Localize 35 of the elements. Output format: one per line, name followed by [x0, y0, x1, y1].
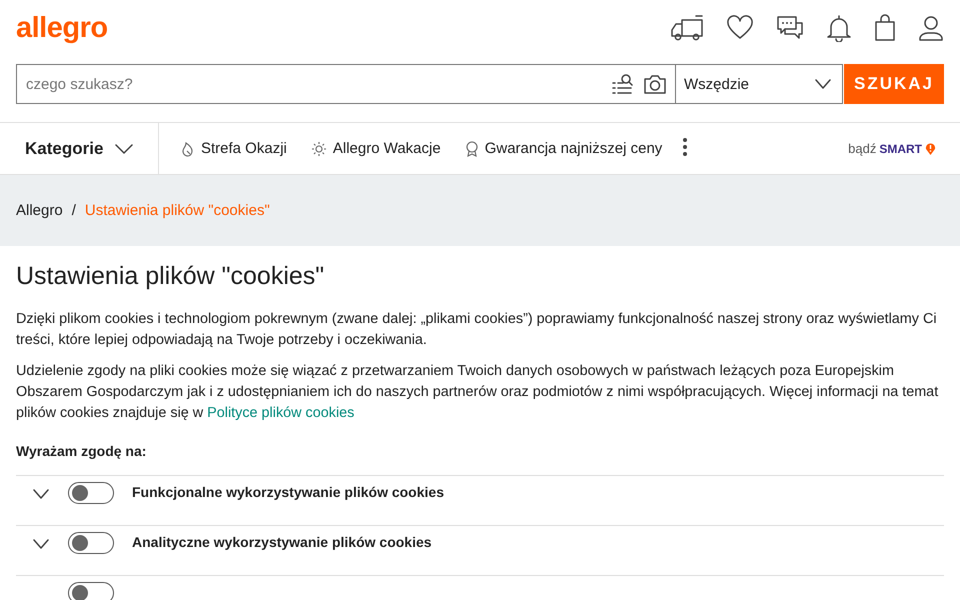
user-icon[interactable] [918, 14, 944, 42]
award-badge-icon [464, 140, 479, 156]
bell-icon[interactable] [826, 14, 852, 42]
nav-link[interactable]: Strefa Okazji [181, 140, 287, 157]
more-options-icon[interactable] [682, 136, 688, 156]
heart-icon[interactable] [726, 15, 754, 41]
exclamation-badge-icon [925, 142, 936, 156]
search-scope-dropdown[interactable]: Wszędzie [675, 64, 843, 104]
breadcrumb-separator: / [72, 202, 76, 219]
chevron-down-icon [32, 538, 50, 550]
visual-search-list-icon[interactable] [611, 73, 633, 95]
option-label: Analityczne wykorzystywanie plików cookies [132, 534, 432, 550]
chevron-down-icon [114, 142, 134, 154]
consent-label: Wyrażam zgodę na: [16, 443, 148, 459]
breadcrumb-link[interactable]: Allegro [16, 202, 63, 219]
page-title: Ustawienia plików "cookies" [16, 262, 326, 291]
nav-link[interactable]: Gwarancja najniższej ceny [464, 140, 662, 157]
truck-icon[interactable] [670, 14, 704, 42]
chevron-down-icon [814, 78, 832, 90]
toggle-switch[interactable] [68, 482, 114, 504]
policy-link[interactable]: Polityce plików cookies [207, 405, 354, 421]
toggle-switch[interactable] [68, 582, 114, 600]
toggle-switch[interactable] [68, 532, 114, 554]
sun-icon [310, 140, 327, 156]
paragraph: Udzielenie zgody na pliki cookies może się wiązać z przetwarzaniem Twoich danych osobowych w państwach leżących poza Europejskim Obszarem Gospodarczym jak i z udostępnianiem ich do naszych partnerów oraz podmiotów z nimi współpracujących. Więcej informacji na temat plików cookies znajduje się w Polityce plików cookies [16, 362, 940, 423]
smart-logo-text[interactable]: SMART [879, 142, 922, 156]
shopping-bag-icon[interactable] [874, 14, 896, 42]
search-field[interactable]: czego szukasz? [16, 64, 675, 104]
option-label: Funkcjonalne wykorzystywanie plików cookies [132, 484, 444, 500]
chevron-down-icon [32, 488, 50, 500]
categories-button[interactable]: Kategorie [0, 123, 159, 174]
paragraph: Dzięki plikom cookies i technologiom pokrewnym (zwane dalej: „plikami cookies”) poprawiamy funkcjonalność naszej strony oraz wyświetlamy Ci treści, które lepiej odpowiadają na Twoje potrzeby i oczekiwania. [16, 310, 938, 350]
nav-link[interactable]: Allegro Wakacje [310, 140, 441, 157]
smart-prefix: bądź [848, 141, 876, 156]
camera-icon[interactable] [643, 73, 667, 95]
